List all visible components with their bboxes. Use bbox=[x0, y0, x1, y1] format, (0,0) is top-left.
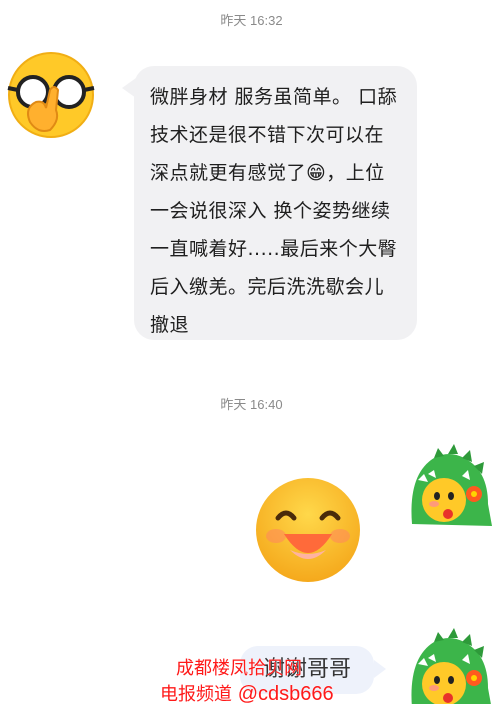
bubble-tail-right bbox=[374, 660, 386, 678]
chat-screen: 昨天 16:32 微胖身材 服务虽简单。 口舔技术还是很不错下次可以在深点就更有… bbox=[0, 0, 503, 704]
watermark-line-2: 电报频道 @cdsb666 bbox=[160, 680, 334, 704]
self-avatar[interactable] bbox=[404, 444, 494, 534]
timestamp-2: 昨天 16:40 bbox=[220, 397, 283, 412]
timestamp-1: 昨天 16:32 bbox=[220, 13, 283, 28]
dinosaur-icon bbox=[411, 444, 492, 526]
message-text-1: 微胖身材 服务虽简单。 口舔技术还是很不错下次可以在深点就更有感觉了😁，上位一会… bbox=[150, 86, 398, 336]
watermark-line-1: 成都楼凤拾贝网 bbox=[176, 658, 302, 679]
contact-avatar[interactable] bbox=[6, 50, 96, 140]
message-bubble-1[interactable]: 微胖身材 服务虽简单。 口舔技术还是很不错下次可以在深点就更有感觉了😁，上位一会… bbox=[134, 66, 417, 340]
dinosaur-icon bbox=[411, 628, 491, 704]
nerd-face-icon bbox=[7, 52, 95, 138]
watermark-handle: @cdsb666 bbox=[237, 683, 334, 704]
self-avatar-2[interactable] bbox=[404, 628, 494, 704]
laughing-face-icon bbox=[256, 478, 360, 582]
watermark-prefix: 电报频道 bbox=[160, 684, 238, 704]
sticker-message[interactable] bbox=[254, 476, 362, 584]
